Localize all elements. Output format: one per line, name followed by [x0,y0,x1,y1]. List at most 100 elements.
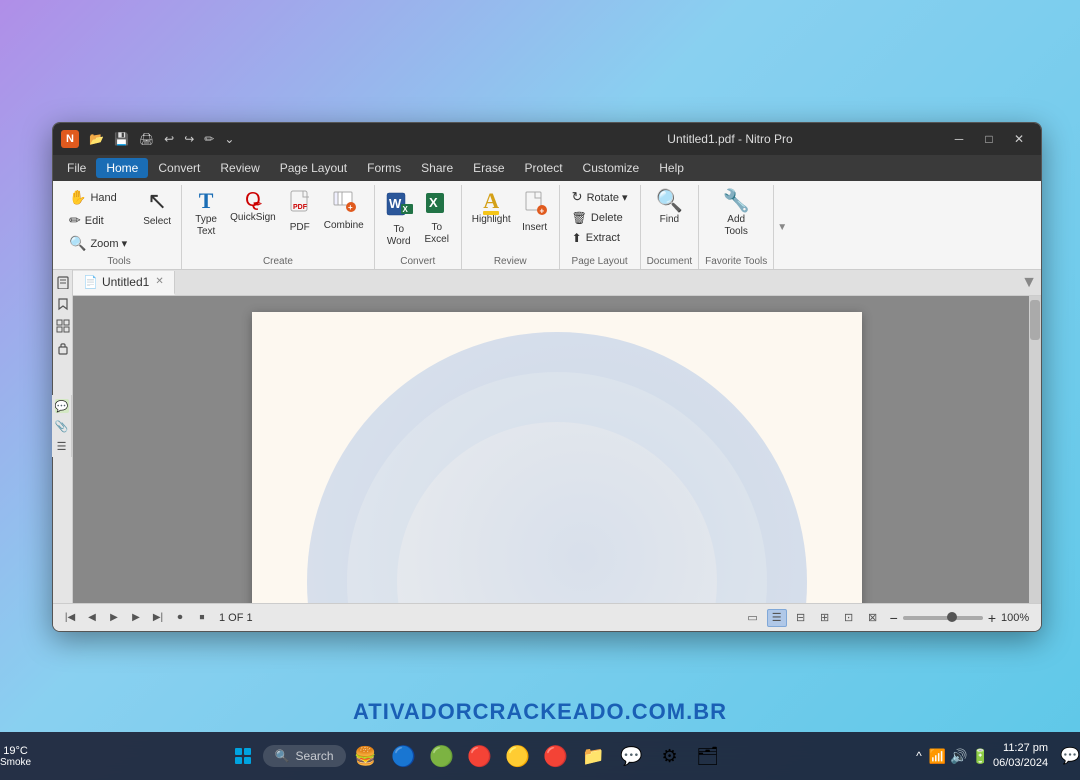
menu-file[interactable]: File [57,158,96,178]
create-buttons: T TypeText Q ✒ QuickSign [188,187,368,254]
print-button[interactable]: 🖨 [135,130,158,148]
nav-stop-button[interactable]: ⏹ [193,609,211,627]
taskbar-search[interactable]: 🔍 Search [263,745,346,767]
highlight-button[interactable]: A Highlight [468,187,515,229]
close-button[interactable]: ✕ [1005,129,1033,149]
nav-last-button[interactable]: ▶| [149,609,167,627]
taskbar-icon-files[interactable]: 🍔 [348,738,384,774]
zoom-thumb[interactable] [947,612,957,622]
view-two-page[interactable]: ⊟ [791,609,811,627]
menu-share[interactable]: Share [411,158,463,178]
wifi-icon: 📶 [929,748,946,765]
start-button[interactable] [225,738,261,774]
taskbar-icon-chrome5[interactable]: 🔴 [538,738,574,774]
menu-help[interactable]: Help [649,158,694,178]
document-scroll-area[interactable] [73,296,1041,603]
taskbar-center: 🔍 Search 🍔 🔵 🟢 🔴 🟡 🔴 📁 💬 ⚙ 🗂 [37,738,913,774]
to-word-button[interactable]: W X ToWord [381,187,417,251]
type-text-label: TypeText [195,214,217,238]
view-single-page[interactable]: ▭ [743,609,763,627]
find-button[interactable]: 🔍 Find [651,187,687,229]
menu-convert[interactable]: Convert [148,158,210,178]
rotate-button[interactable]: ↻ Rotate ▾ [566,187,634,207]
tab-close-button[interactable]: ✕ [155,276,163,287]
page-decoration [307,332,807,603]
notification-icon[interactable]: 💬 [1056,746,1080,766]
ribbon-scroll-right[interactable]: ▼ [774,191,790,263]
menu-review[interactable]: Review [210,158,269,178]
combine-button[interactable]: + Combine [320,187,368,235]
quicksign-label: QuickSign [230,212,276,224]
nav-first-button[interactable]: |◀ [61,609,79,627]
pdf-button[interactable]: PDF PDF [282,187,318,237]
nav-prev-button[interactable]: ◀ [83,609,101,627]
system-clock[interactable]: 11:27 pm 06/03/2024 [993,741,1052,772]
type-text-button[interactable]: T TypeText [188,187,224,241]
taskbar-icon-app[interactable]: 🗂 [690,738,726,774]
title-bar: N 📂 💾 🖨 ↩ ↪ ✏ ⌄ Untitled1.pdf - Nitro Pr… [53,123,1041,155]
attachment-icon[interactable]: 📎 [55,419,69,433]
view-continuous[interactable]: ☰ [767,609,787,627]
taskbar-icon-chrome3[interactable]: 🔴 [462,738,498,774]
menu-protect[interactable]: Protect [515,158,573,178]
customize-quick-access[interactable]: ⌄ [220,130,238,148]
minimize-button[interactable]: ─ [945,129,973,149]
zoom-in-button[interactable]: + [985,610,999,626]
undo-button[interactable]: ↩ [160,130,178,148]
delete-button[interactable]: 🗑 Delete [566,209,634,227]
panel-bookmarks-icon[interactable] [55,296,71,312]
maximize-button[interactable]: □ [975,129,1003,149]
panel-lock-icon[interactable] [55,340,71,356]
zoom-out-button[interactable]: − [887,610,901,626]
nav-record-button[interactable]: ⏺ [171,609,189,627]
taskbar-icon-settings[interactable]: ⚙ [652,738,688,774]
view-grid[interactable]: ⊞ [815,609,835,627]
tray-chevron[interactable]: ^ [913,749,925,763]
comment-icon[interactable]: 💬 [55,399,69,413]
taskbar-icon-whatsapp[interactable]: 💬 [614,738,650,774]
nav-play-button[interactable]: ▶ [105,609,123,627]
review-group-label: Review [494,254,527,267]
taskbar-icon-folder[interactable]: 📁 [576,738,612,774]
extract-label: Extract [586,232,620,244]
search-icon: 🔍 [275,749,290,763]
list-icon[interactable]: ☰ [55,439,69,453]
tabs-scroll-right[interactable]: ▼ [1017,274,1041,292]
menu-bar: File Home Convert Review Page Layout For… [53,155,1041,181]
menu-page-layout[interactable]: Page Layout [270,158,357,178]
view-fit-width[interactable]: ⊠ [863,609,883,627]
zoom-slider[interactable] [903,616,983,620]
add-tools-label: AddTools [725,214,748,238]
document-tab-untitled1[interactable]: 📄 Untitled1 ✕ [73,271,175,295]
nav-next-button[interactable]: ▶ [127,609,145,627]
redo-button[interactable]: ↪ [180,130,198,148]
taskbar-icon-chrome4[interactable]: 🟡 [500,738,536,774]
quicksign-button[interactable]: Q ✒ QuickSign [226,187,280,227]
hand-tool-button[interactable]: ✋ Hand [63,187,133,208]
app-logo: N [61,130,79,148]
taskbar-icon-chrome1[interactable]: 🔵 [386,738,422,774]
open-button[interactable]: 📂 [85,130,108,148]
menu-erase[interactable]: Erase [463,158,514,178]
app-window: N 📂 💾 🖨 ↩ ↪ ✏ ⌄ Untitled1.pdf - Nitro Pr… [52,122,1042,632]
add-tools-button[interactable]: 🔧 AddTools [718,187,754,241]
select-tool-button[interactable]: ↖ Select [139,187,175,231]
view-fit[interactable]: ⊡ [839,609,859,627]
panel-thumbnails-icon[interactable] [55,318,71,334]
scrollbar-thumb[interactable] [1030,300,1040,340]
panel-pages-icon[interactable] [55,274,71,290]
marker-button[interactable]: ✏ [200,130,218,148]
save-button[interactable]: 💾 [110,130,133,148]
zoom-tool-button[interactable]: 🔍 Zoom ▾ [63,233,133,254]
edit-tool-button[interactable]: ✏ Edit [63,210,133,231]
insert-button[interactable]: + Insert [517,187,553,237]
vertical-scrollbar[interactable] [1029,296,1041,603]
menu-forms[interactable]: Forms [357,158,411,178]
select-label: Select [143,216,171,228]
taskbar-icon-chrome2[interactable]: 🟢 [424,738,460,774]
to-excel-button[interactable]: X ToExcel [419,187,455,249]
menu-home[interactable]: Home [96,158,148,178]
menu-customize[interactable]: Customize [573,158,650,178]
status-bar: |◀ ◀ ▶ ▶ ▶| ⏺ ⏹ 1 OF 1 ▭ ☰ ⊟ ⊞ ⊡ ⊠ [53,603,1041,631]
extract-button[interactable]: ⬆ Extract [566,229,634,247]
